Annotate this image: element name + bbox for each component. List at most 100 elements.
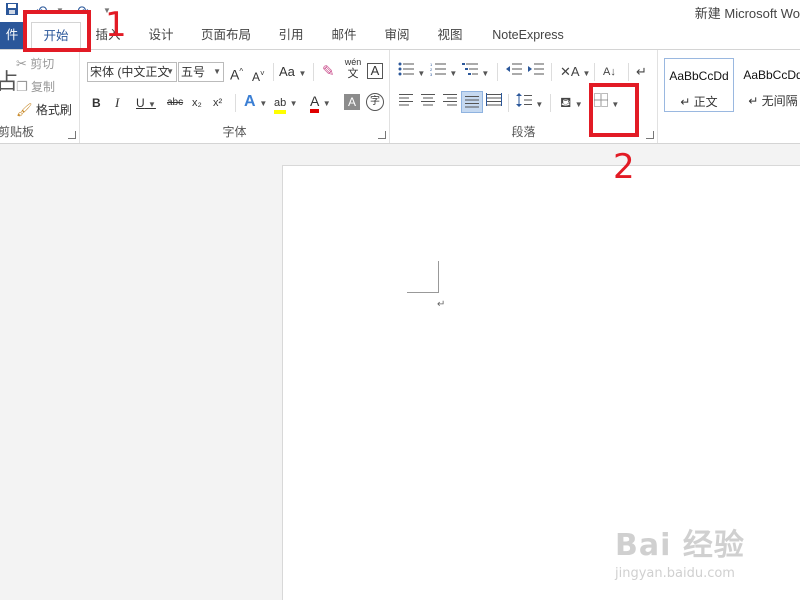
style-normal[interactable]: AaBbCcDd ↵ 正文 (664, 58, 734, 112)
copy-icon: ❐ (16, 79, 28, 94)
font-color-button[interactable]: A ▼ (310, 91, 331, 113)
character-border-button[interactable]: A (367, 63, 383, 79)
tab-file[interactable]: 件 (0, 22, 24, 49)
shrink-font-button[interactable]: A˅ (252, 63, 265, 85)
divider (551, 63, 552, 81)
text-effects-button[interactable]: A ▼ (244, 91, 267, 113)
styles-gallery: AaBbCcDd ↵ 正文 AaBbCcDd ↵ 无间隔 (658, 50, 800, 143)
tab-noteexpress[interactable]: NoteExpress (488, 22, 568, 49)
numbering-icon: 123 (430, 62, 446, 77)
increase-indent-button[interactable] (528, 61, 544, 83)
align-center-button[interactable] (420, 92, 436, 114)
clipboard-launcher-icon[interactable] (68, 131, 76, 139)
svg-text:3: 3 (430, 72, 433, 76)
justify-icon (465, 96, 479, 108)
align-left-button[interactable] (398, 92, 414, 114)
tab-page-layout[interactable]: 页面布局 (199, 22, 253, 49)
enclose-characters-button[interactable]: 字 (366, 93, 384, 111)
annotation-box-borders (589, 83, 639, 137)
align-right-button[interactable] (442, 92, 458, 114)
eraser-icon: ✎ (322, 63, 335, 80)
watermark-logo: Bai 经验 (615, 528, 745, 563)
character-shading-button[interactable]: A (344, 94, 360, 110)
ribbon: 占 ✂ 剪切 ❐ 复制 🖌 格式刷 剪贴板 宋体 (中文正文 ▼ 五号 ▼ A^… (0, 49, 800, 144)
paragraph-mark: ↵ (437, 299, 446, 310)
divider (628, 63, 629, 81)
window-title: 新建 Microsoft Wo (694, 6, 800, 21)
shrink-font-icon: A (252, 70, 261, 84)
chinese-layout-button[interactable]: ✕A ▼ (560, 61, 590, 83)
style-no-spacing[interactable]: AaBbCcDd ↵ 无间隔 (738, 58, 800, 112)
italic-button[interactable]: I (115, 92, 119, 114)
font-name-value: 宋体 (中文正文 (90, 65, 170, 79)
clipboard-group: 占 ✂ 剪切 ❐ 复制 🖌 格式刷 剪贴板 (0, 50, 80, 143)
annotation-number-2: 2 (613, 147, 635, 187)
style-name: ↵ 正文 (680, 95, 718, 109)
multilevel-list-icon (462, 63, 478, 75)
format-painter-icon: 🖌 (16, 102, 33, 117)
font-size-combo[interactable]: 五号 ▼ (178, 62, 224, 82)
align-right-icon (443, 94, 457, 106)
format-painter-button[interactable]: 🖌 格式刷 (16, 99, 72, 121)
font-name-combo[interactable]: 宋体 (中文正文 ▼ (87, 62, 177, 82)
underline-button[interactable]: U ▼ (136, 92, 156, 114)
chevron-down-icon: ▼ (166, 67, 174, 76)
show-marks-button[interactable]: ↵ (636, 61, 647, 83)
scissors-icon: ✂ (16, 56, 27, 71)
watermark-url: jingyan.baidu.com (615, 566, 735, 581)
tab-view[interactable]: 视图 (435, 22, 465, 49)
font-color-icon: A (310, 94, 320, 113)
phonetic-guide-top: wén (344, 57, 362, 67)
paste-icon[interactable]: 占 (0, 58, 18, 106)
change-case-button[interactable]: Aa ▼ (279, 61, 306, 83)
clear-formatting-button[interactable]: ✎ (322, 61, 335, 83)
font-size-value: 五号 (181, 65, 206, 79)
bullets-button[interactable]: ▼ (398, 61, 425, 83)
bold-button[interactable]: B (92, 92, 101, 114)
grow-font-icon: A (230, 66, 240, 83)
divider (508, 94, 509, 112)
format-painter-label: 格式刷 (35, 103, 72, 117)
tab-references[interactable]: 引用 (276, 22, 306, 49)
distributed-button[interactable] (486, 92, 502, 114)
distributed-icon (486, 93, 502, 106)
multilevel-list-button[interactable]: ▼ (462, 61, 489, 83)
font-launcher-icon[interactable] (378, 131, 386, 139)
change-case-icon: Aa (279, 64, 295, 79)
grow-font-button[interactable]: A^ (230, 61, 243, 83)
underline-icon: U (136, 96, 145, 110)
paint-bucket-icon: ⛾ (560, 94, 572, 110)
highlight-button[interactable]: ab ▼ (274, 91, 298, 114)
paragraph-launcher-icon[interactable] (646, 131, 654, 139)
cut-button[interactable]: ✂ 剪切 (16, 53, 54, 75)
decrease-indent-button[interactable] (506, 61, 522, 83)
highlighter-icon: ab (274, 96, 287, 114)
line-spacing-button[interactable]: ▼ (516, 92, 543, 114)
align-center-icon (421, 94, 435, 106)
divider (550, 94, 551, 112)
tab-design[interactable]: 设计 (146, 22, 176, 49)
margin-corner-mark (407, 261, 439, 293)
increase-indent-icon (528, 63, 544, 75)
tab-mailings[interactable]: 邮件 (329, 22, 359, 49)
subscript-button[interactable]: x₂ (192, 92, 202, 114)
save-icon[interactable] (3, 2, 21, 20)
numbering-button[interactable]: 123 ▼ (430, 61, 457, 83)
shading-button[interactable]: ⛾ ▼ (560, 91, 583, 113)
divider (594, 63, 595, 81)
strikethrough-button[interactable]: abc (167, 92, 183, 114)
font-group: 宋体 (中文正文 ▼ 五号 ▼ A^ A˅ Aa ▼ ✎ wén 文 A B I… (80, 50, 390, 143)
tab-review[interactable]: 审阅 (382, 22, 412, 49)
copy-button[interactable]: ❐ 复制 (16, 76, 55, 98)
line-spacing-icon (516, 93, 532, 107)
divider (273, 63, 274, 81)
watermark: Bai 经验 jingyan.baidu.com (615, 520, 745, 581)
font-group-label: 字体 (222, 125, 247, 139)
copy-label: 复制 (31, 80, 56, 94)
sort-button[interactable]: A↓ (603, 61, 616, 83)
style-sample: AaBbCcDd (669, 69, 729, 83)
justify-button[interactable] (461, 91, 483, 113)
phonetic-guide-button[interactable]: wén 文 (344, 56, 362, 86)
superscript-button[interactable]: x² (213, 92, 222, 114)
chinese-layout-icon: ✕A (560, 64, 579, 79)
